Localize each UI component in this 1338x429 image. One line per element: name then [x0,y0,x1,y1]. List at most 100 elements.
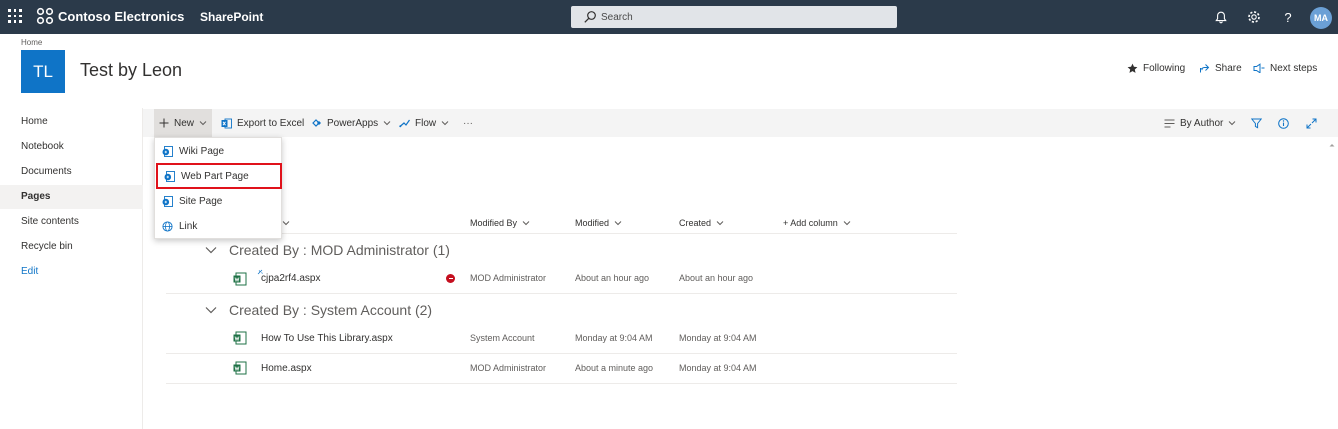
next-steps-button[interactable]: Next steps [1253,61,1317,75]
new-button[interactable]: New [154,109,213,137]
export-to-excel-button[interactable]: Export to Excel [221,109,304,137]
app-name[interactable]: SharePoint [200,10,263,24]
row-divider [166,353,957,354]
chevron-down-icon [441,121,449,126]
collapse-chevron-icon[interactable] [205,246,217,254]
collapse-chevron-icon[interactable] [205,306,217,314]
plus-icon [159,118,169,128]
menu-item-label: Wiki Page [179,145,225,157]
filter-icon[interactable] [1251,109,1262,137]
group-title: Created By : MOD Administrator (1) [229,242,450,258]
user-avatar[interactable]: MA [1310,7,1332,29]
share-button[interactable]: Share [1199,61,1242,75]
nav-item-recycle-bin[interactable]: Recycle bin [0,235,143,259]
column-modified[interactable]: Modified [575,216,622,230]
page-icon [162,145,173,157]
star-icon [1127,63,1138,73]
modified-cell: About a minute ago [575,363,654,373]
powerapps-button[interactable]: PowerApps [312,109,391,137]
flow-icon [399,119,410,128]
notifications-bell-icon[interactable] [1213,9,1229,25]
chevron-down-icon [716,221,724,226]
help-icon[interactable]: ? [1280,9,1296,25]
column-created[interactable]: Created [679,216,724,230]
error-status-icon[interactable] [446,274,455,283]
site-logo[interactable]: TL [21,50,65,93]
page-file-icon [233,272,247,286]
nav-item-site-contents[interactable]: Site contents [0,210,143,234]
created-cell: Monday at 9:04 AM [679,333,757,343]
chevron-down-icon [843,221,851,226]
app-launcher-icon[interactable] [8,9,22,23]
menu-item-label: Site Page [179,195,223,207]
column-modified-by[interactable]: Modified By [470,216,530,230]
flow-label: Flow [415,117,437,129]
add-column-button[interactable]: + Add column [783,216,851,230]
command-bar: New Export to Excel PowerApps Flow ··· B… [143,109,1338,137]
menu-item-site-page[interactable]: Site Page [155,189,281,213]
group-title: Created By : System Account (2) [229,302,433,318]
contoso-logo-icon [36,7,54,25]
modified-cell: About an hour ago [575,273,650,283]
expand-icon[interactable] [1306,109,1317,137]
nav-item-documents[interactable]: Documents [0,160,143,184]
nav-edit-link[interactable]: Edit [0,260,143,284]
view-list-icon [1164,119,1175,127]
file-name-link[interactable]: Home.aspx [261,363,312,374]
globe-icon [162,220,173,232]
menu-item-web-part-page[interactable]: Web Part Page [156,163,282,189]
column-label: Created [679,218,712,228]
excel-export-icon [221,118,232,128]
file-name-link[interactable]: How To Use This Library.aspx [261,333,393,344]
created-cell: Monday at 9:04 AM [679,363,757,373]
settings-gear-icon[interactable] [1246,9,1262,25]
row-divider [166,293,957,294]
powerapps-label: PowerApps [327,117,379,129]
powerapps-icon [312,119,321,127]
left-navigation: Home Notebook Documents Pages Site conte… [0,108,143,429]
site-title[interactable]: Test by Leon [80,60,182,81]
new-dropdown-menu: Wiki Page Web Part Page Site Page Link [154,137,282,239]
vertical-scrollbar[interactable] [1326,137,1338,429]
nav-item-pages[interactable]: Pages [0,185,143,209]
nav-item-home[interactable]: Home [0,110,143,134]
new-label: New [174,117,195,129]
name-column-sort[interactable] [282,216,290,230]
modified-by-cell[interactable]: MOD Administrator [470,363,546,373]
search-box[interactable] [571,6,897,28]
share-icon [1200,63,1210,72]
page-file-icon [233,331,247,345]
more-commands-button[interactable]: ··· [463,109,473,137]
add-column-label: + Add column [783,218,838,228]
info-icon[interactable] [1278,109,1289,137]
group-header[interactable]: Created By : MOD Administrator (1) [205,240,450,260]
menu-item-link[interactable]: Link [155,214,281,238]
breadcrumb[interactable]: Home [21,38,42,47]
following-button[interactable]: Following [1127,61,1185,75]
menu-item-label: Web Part Page [181,170,249,182]
page-icon [164,170,175,182]
chevron-down-icon [282,221,290,226]
nav-item-notebook[interactable]: Notebook [0,135,143,159]
column-label: Modified [575,218,610,228]
next-steps-label: Next steps [1270,62,1318,74]
org-name[interactable]: Contoso Electronics [58,9,184,24]
group-header[interactable]: Created By : System Account (2) [205,300,432,320]
row-divider [166,383,957,384]
following-label: Following [1143,62,1186,74]
menu-item-wiki-page[interactable]: Wiki Page [155,139,281,163]
chevron-down-icon [383,121,391,126]
modified-cell: Monday at 9:04 AM [575,333,653,343]
scroll-up-arrow-icon[interactable] [1326,140,1338,150]
modified-by-cell[interactable]: MOD Administrator [470,273,546,283]
search-input[interactable] [601,9,881,25]
column-label: Modified By [470,218,518,228]
view-switcher[interactable]: By Author [1164,109,1236,137]
header-divider [166,233,957,234]
view-label: By Author [1180,117,1224,129]
flow-button[interactable]: Flow [399,109,449,137]
file-name-link[interactable]: cjpa2rf4.aspx [261,273,320,284]
next-steps-icon [1253,63,1265,73]
share-label: Share [1215,62,1242,74]
modified-by-cell[interactable]: System Account [470,333,535,343]
